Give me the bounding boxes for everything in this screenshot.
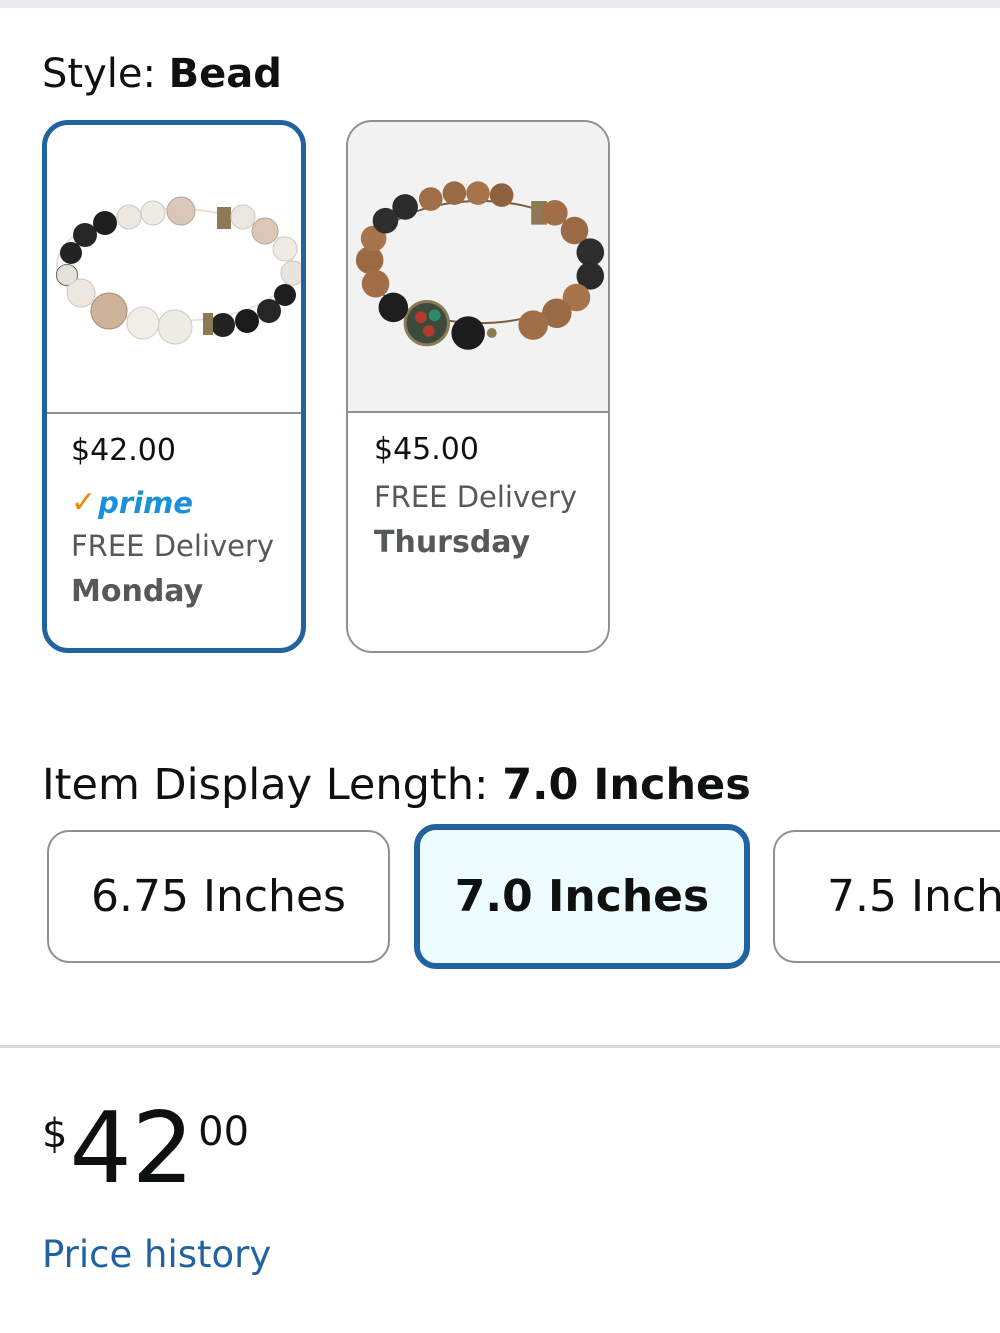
bracelet-image (355, 181, 605, 350)
delivery-day: Monday (71, 574, 204, 609)
style-option-price: $45.00 (374, 432, 479, 467)
price-currency-symbol: $ (42, 1111, 68, 1157)
style-label: Style: Bead (42, 48, 282, 100)
prime-check-icon: ✓ (71, 485, 97, 520)
delivery-day: Thursday (374, 525, 531, 560)
length-option-7-0[interactable]: 7.0 Inches (414, 824, 750, 969)
length-option-7-5[interactable]: 7.5 Inches (773, 830, 1000, 963)
style-option-price: $42.00 (71, 433, 176, 468)
price-history-link[interactable]: Price history (42, 1232, 271, 1278)
style-option-card-2[interactable]: $45.00 FREE Delivery Thursday (346, 120, 610, 653)
prime-label: prime (98, 486, 194, 520)
style-selected-value: Bead (168, 51, 282, 97)
bracelet-image (56, 196, 301, 345)
style-option-details-1: $42.00 ✓ prime FREE Delivery Monday (47, 415, 301, 615)
product-image-white-bead-bracelet (47, 125, 301, 414)
length-option-6-75[interactable]: 6.75 Inches (47, 830, 390, 963)
delivery-label: FREE Delivery (374, 480, 578, 514)
item-display-length-label: Item Display Length: 7.0 Inches (42, 757, 751, 813)
style-option-card-1[interactable]: $42.00 ✓ prime FREE Delivery Monday (42, 120, 306, 653)
length-label-prefix: Item Display Length: (42, 760, 489, 810)
delivery-label: FREE Delivery (71, 529, 275, 563)
style-option-details-2: $45.00 FREE Delivery Thursday (348, 414, 608, 566)
price-whole: 42 (69, 1092, 195, 1206)
top-strip (0, 0, 1000, 8)
length-selected-value: 7.0 Inches (502, 760, 751, 810)
product-image-wood-bead-bracelet (348, 122, 608, 413)
product-price: $ 42 00 (42, 1100, 249, 1210)
style-label-prefix: Style: (42, 51, 156, 97)
section-divider (0, 1045, 1000, 1048)
price-fraction: 00 (198, 1109, 250, 1155)
prime-badge: ✓ prime (71, 483, 301, 523)
